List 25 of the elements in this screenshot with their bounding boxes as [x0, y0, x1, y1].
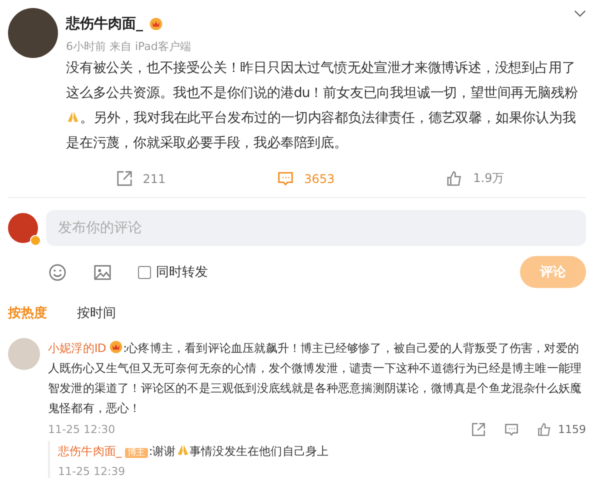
comment-text: 人既伤心又生气但又无可奈何无奈的心情，发个微博发泄，谴责一下这种不道德行为已经是博主唯一能理: [48, 361, 582, 375]
comment-input-field[interactable]: 发布你的评论: [46, 210, 586, 246]
post-text: 是在污蔑，你就采取必要手段，我必奉陪到底。: [66, 135, 348, 151]
commenter-name[interactable]: 小妮浮的ID: [48, 341, 106, 355]
repost-label[interactable]: 同时转发: [156, 263, 208, 281]
sort-tab[interactable]: 按热度: [8, 304, 47, 322]
comment-text: :心疼博主，看到评论血压就飙升！博主已经够惨了，被自己爱的人背叛受了伤害，对爱的: [123, 341, 579, 355]
comment-text: 鬼怪都有，恶心！: [48, 401, 141, 415]
author-tag: 博主: [124, 448, 148, 458]
like-count[interactable]: 1.9万: [473, 170, 504, 187]
comment-text: 智发泄的渠道了！评论区的不是三观低到没底线就是各种恶意揣测阴谋论，微博真是个鱼龙混杂什么妖魔: [48, 381, 582, 395]
reply-time: 11-25 12:39: [58, 465, 126, 478]
comment-count[interactable]: 3653: [304, 172, 335, 186]
reply-text: 事情没发生在他们自己身上: [190, 444, 329, 458]
post-text: 没有被公关，也不接受公关！昨日只因太过气愤无处宣泄才来微博诉述，没想到占用了: [66, 60, 576, 76]
post-text: 这么多公共资源。我也不是你们说的港du！前女友已向我坦诚一切，望世间再无脑残粉: [66, 85, 578, 101]
comment-like-count[interactable]: 1159: [558, 423, 586, 436]
post-text: 。另外，我对我在此平台发布过的一切内容都负法律责任，德艺双馨，如果你认为我: [80, 110, 576, 126]
sort-tab[interactable]: 按时间: [77, 304, 116, 322]
comment-time: 11-25 12:30: [48, 423, 116, 436]
reply-author-name[interactable]: 悲伤牛肉面_: [58, 444, 122, 458]
reply-text: :谢谢: [148, 444, 176, 458]
repost-count[interactable]: 211: [142, 172, 166, 186]
author-name[interactable]: 悲伤牛肉面_: [66, 15, 143, 33]
post-meta: 6小时前 来自 iPad客户端: [66, 39, 192, 54]
